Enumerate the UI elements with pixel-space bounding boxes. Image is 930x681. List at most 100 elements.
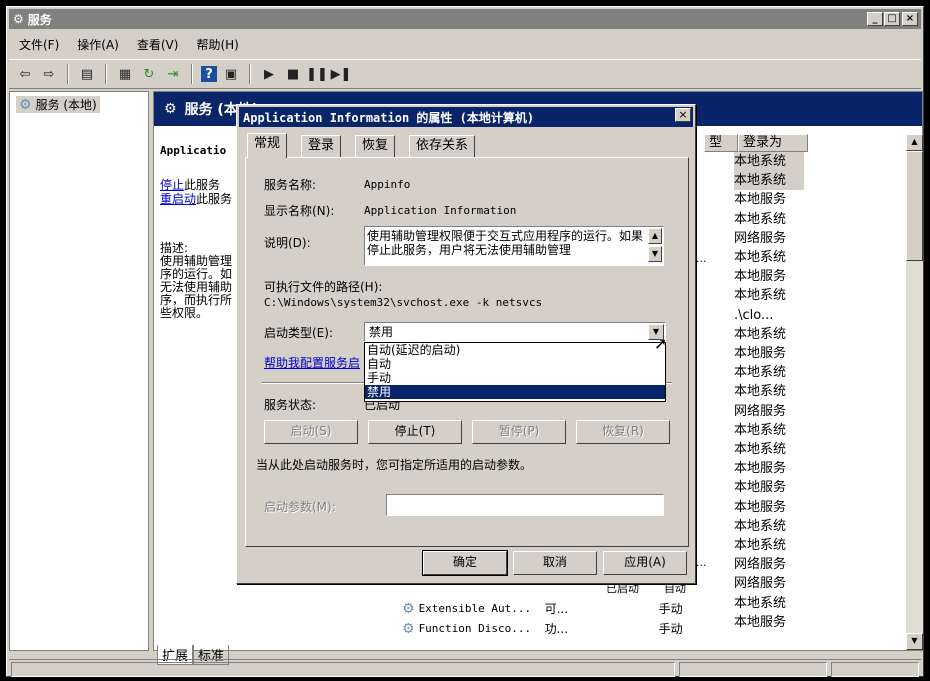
maximize-button[interactable]: □ bbox=[884, 12, 900, 26]
tab-recovery[interactable]: 恢复 bbox=[355, 135, 396, 157]
tab-logon[interactable]: 登录 bbox=[301, 135, 342, 157]
startup-option[interactable]: 自动(延迟的启动) bbox=[365, 343, 665, 357]
menu-view[interactable]: 查看(V) bbox=[137, 36, 179, 53]
logon-cell: 本地服务 bbox=[734, 480, 787, 496]
startup-option[interactable]: 自动 bbox=[365, 357, 665, 371]
logon-column: 本地系统 本地系统 本地服务 本地系统 网络服务 本地系统 本地服务 本地系统 .\clo...… bbox=[734, 152, 804, 632]
display-name-value: Application Information bbox=[364, 204, 517, 217]
scroll-thumb[interactable] bbox=[906, 151, 923, 261]
service-row-desc: 功... bbox=[544, 622, 569, 636]
dialog-close-button[interactable]: × bbox=[675, 108, 691, 122]
help-icon[interactable]: ? bbox=[201, 66, 217, 82]
logon-cell: 网络服务 bbox=[734, 576, 787, 592]
pane-gear-icon: ⚙ bbox=[164, 101, 177, 117]
resume-button[interactable]: 恢复(R) bbox=[576, 420, 670, 444]
exec-path-label: 可执行文件的路径(H): bbox=[264, 280, 383, 294]
logon-cell: 网络服务 bbox=[734, 230, 787, 246]
close-button[interactable]: × bbox=[902, 12, 918, 26]
apply-button[interactable]: 应用(A) bbox=[603, 551, 687, 575]
toolbar: ⇦ ⇨ ▤ ▦ ↻ ⇥ ? ▣ ▶ ■ ❚❚ ▶❚ bbox=[9, 59, 921, 89]
start-service-icon[interactable]: ▶ bbox=[259, 64, 279, 84]
dialog-title: Application Information 的属性 (本地计算机) bbox=[243, 110, 535, 125]
pause-button[interactable]: 暂停(P) bbox=[472, 420, 566, 444]
scroll-up-arrow-icon[interactable]: ▲ bbox=[906, 134, 923, 151]
forward-arrow-icon[interactable]: ⇨ bbox=[39, 64, 59, 84]
cancel-button[interactable]: 取消 bbox=[513, 551, 597, 575]
pause-service-icon[interactable]: ❚❚ bbox=[306, 64, 328, 84]
logon-cell: 本地系统 bbox=[734, 365, 787, 381]
logon-cell: 本地系统 bbox=[734, 171, 804, 191]
description-textbox[interactable]: 使用辅助管理权限便于交互式应用程序的运行。如果停止此服务，用户将无法使用辅助管理… bbox=[364, 226, 664, 266]
back-arrow-icon[interactable]: ⇦ bbox=[15, 64, 35, 84]
status-bar bbox=[9, 659, 921, 677]
tree-item-label: 服务 (本地) bbox=[35, 98, 97, 112]
logon-cell: 网络服务 bbox=[734, 557, 787, 573]
stop-service-icon[interactable]: ■ bbox=[283, 64, 303, 84]
general-tab-panel: 服务名称: Appinfo 显示名称(N): Application Infor… bbox=[245, 157, 689, 547]
stop-service-link[interactable]: 停止 bbox=[160, 178, 184, 192]
restart-link-suffix: 此服务 bbox=[196, 192, 233, 206]
stop-button[interactable]: 停止(T) bbox=[368, 420, 462, 444]
start-params-label: 启动参数(M): bbox=[264, 500, 336, 514]
description-text: 使用辅助管理权限便于交互式应用程序的运行。如果停止此服务，用户将无法使用辅助管理 bbox=[367, 229, 644, 257]
description-line: 些权限。 bbox=[160, 306, 209, 320]
tree-item-services-local[interactable]: ⚙ 服务 (本地) bbox=[16, 96, 100, 113]
properties-icon[interactable]: ▦ bbox=[115, 64, 135, 84]
logon-cell: 本地系统 bbox=[734, 384, 787, 400]
toolbar-separator bbox=[191, 64, 193, 84]
start-button[interactable]: 启动(S) bbox=[264, 420, 358, 444]
services-icon: ⚙ bbox=[13, 12, 24, 26]
exec-path-value: C:\Windows\system32\svchost.exe -k netsv… bbox=[264, 296, 543, 309]
logon-cell: 本地服务 bbox=[734, 614, 787, 630]
ok-button[interactable]: 确定 bbox=[422, 550, 508, 576]
start-params-hint: 当从此处启动服务时，您可指定所适用的启动参数。 bbox=[256, 458, 533, 472]
menu-help[interactable]: 帮助(H) bbox=[196, 36, 238, 53]
logon-cell: 本地系统 bbox=[734, 211, 787, 227]
restart-service-icon[interactable]: ▶❚ bbox=[331, 64, 352, 84]
list-item[interactable]: ⚙ Extensible Aut... 可... 手动 bbox=[402, 600, 683, 617]
startup-option-selected[interactable]: 禁用 bbox=[365, 385, 665, 399]
help-configure-link[interactable]: 帮助我配置服务启 bbox=[264, 354, 360, 371]
tab-dependencies[interactable]: 依存关系 bbox=[409, 135, 476, 157]
restart-service-link[interactable]: 重启动 bbox=[160, 192, 196, 206]
refresh-icon[interactable]: ↻ bbox=[139, 64, 159, 84]
column-header-logon[interactable]: 登录为 bbox=[738, 134, 808, 152]
column-header-type[interactable]: 型 bbox=[704, 134, 738, 152]
selected-service-name: Applicatio bbox=[160, 144, 227, 157]
startup-type-value: 禁用 bbox=[369, 325, 394, 339]
window-titlebar: ⚙ 服务 bbox=[9, 9, 921, 29]
status-panel bbox=[11, 662, 675, 677]
logon-cell: 本地系统 bbox=[734, 538, 787, 554]
vertical-scrollbar[interactable]: ▲ ▼ bbox=[906, 134, 923, 650]
tree-pane: ⚙ 服务 (本地) bbox=[9, 91, 149, 651]
row-ellipsis: ... bbox=[696, 556, 707, 569]
service-row-name: Extensible Aut... bbox=[418, 602, 532, 615]
logon-cell: .\clo... bbox=[734, 307, 774, 323]
properties-dialog: Application Information 的属性 (本地计算机) × 常规… bbox=[236, 104, 696, 584]
start-params-input[interactable] bbox=[386, 494, 664, 516]
logon-cell: 本地服务 bbox=[734, 461, 787, 477]
console-icon[interactable]: ▣ bbox=[221, 64, 241, 84]
service-gear-icon: ⚙ bbox=[402, 620, 415, 637]
list-item[interactable]: ⚙ Function Disco... 功... 手动 bbox=[402, 620, 683, 637]
desc-scroll-down-icon[interactable]: ▼ bbox=[648, 246, 662, 262]
logon-cell: 本地服务 bbox=[734, 499, 787, 515]
tab-general[interactable]: 常规 bbox=[247, 133, 288, 158]
menu-file[interactable]: 文件(F) bbox=[19, 36, 59, 53]
menu-bar: 文件(F) 操作(A) 查看(V) 帮助(H) bbox=[9, 33, 921, 55]
service-name-value: Appinfo bbox=[364, 178, 411, 191]
logon-cell: 本地系统 bbox=[734, 288, 787, 304]
show-tree-icon[interactable]: ▤ bbox=[77, 64, 97, 84]
toolbar-separator bbox=[249, 64, 251, 84]
window-title: 服务 bbox=[27, 12, 52, 27]
menu-action[interactable]: 操作(A) bbox=[77, 36, 119, 53]
startup-type-select[interactable]: 禁用 ▼ bbox=[364, 322, 666, 342]
scroll-down-arrow-icon[interactable]: ▼ bbox=[906, 633, 923, 650]
minimize-button[interactable]: _ bbox=[867, 12, 883, 26]
startup-option[interactable]: 手动 bbox=[365, 371, 665, 385]
service-description: 描述: 使用辅助管理 序的运行。如 无法使用辅助 序，而执行所 些权限。 bbox=[160, 242, 238, 320]
description-field-label: 说明(D): bbox=[264, 236, 311, 250]
export-icon[interactable]: ⇥ bbox=[163, 64, 183, 84]
desc-scroll-up-icon[interactable]: ▲ bbox=[648, 228, 662, 244]
logon-cell: 网络服务 bbox=[734, 403, 787, 419]
